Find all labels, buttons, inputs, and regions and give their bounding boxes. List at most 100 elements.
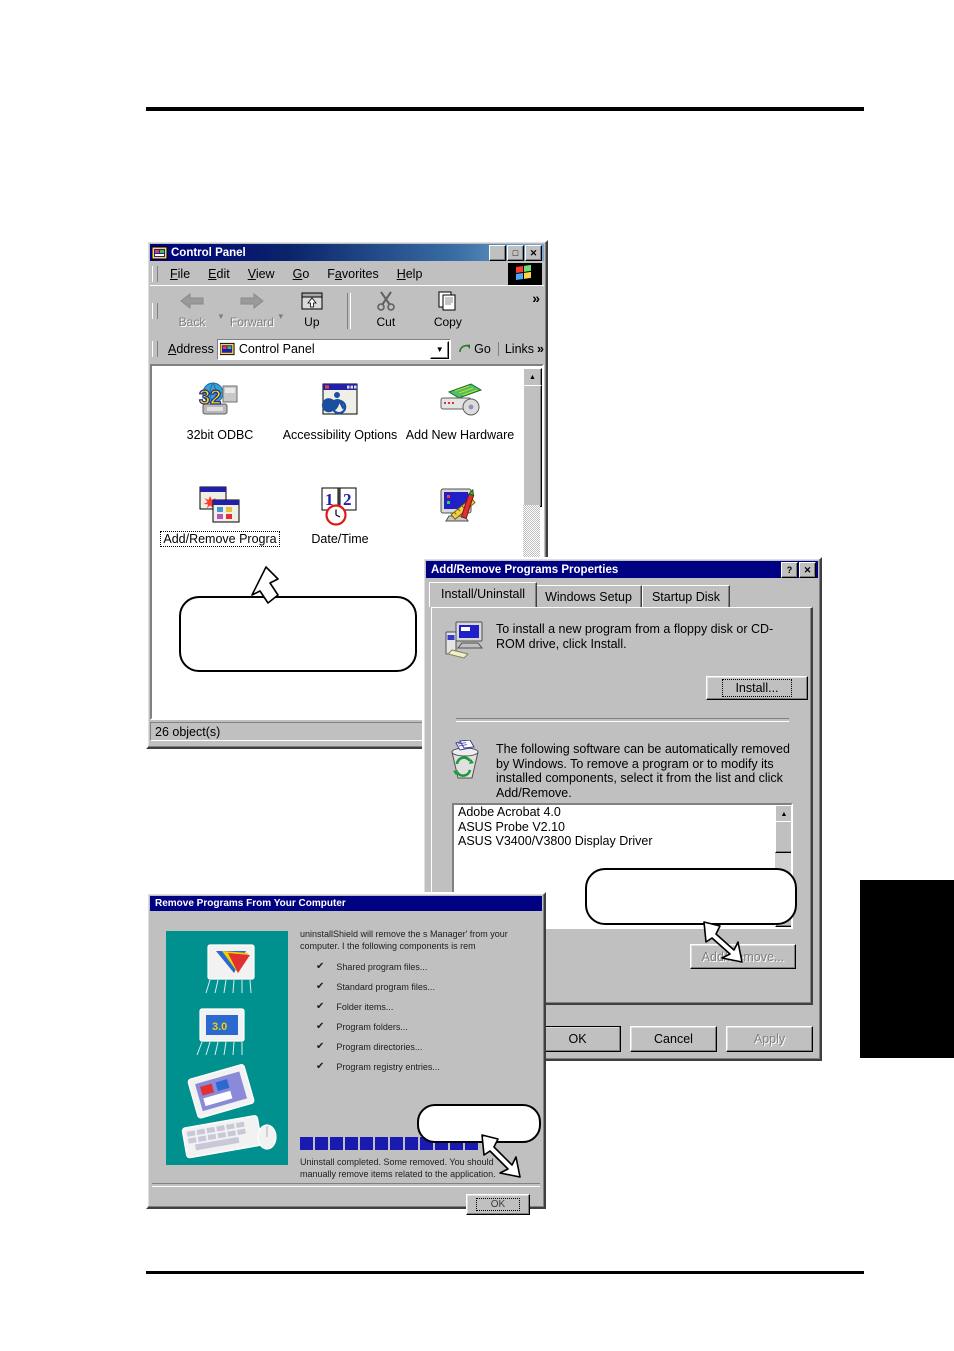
install-button[interactable]: Install... bbox=[706, 676, 808, 700]
cp-item-accessibility-options[interactable]: Accessibility Options bbox=[280, 380, 400, 442]
callout-box-add-remove bbox=[585, 868, 797, 925]
close-icon: ✕ bbox=[803, 564, 812, 575]
install-button-label: Install... bbox=[722, 679, 792, 697]
cp-item-label: Add New Hardware bbox=[405, 428, 515, 442]
menu-go[interactable]: Go bbox=[284, 265, 319, 283]
links-button[interactable]: Links » bbox=[497, 342, 544, 356]
list-item[interactable]: ASUS Probe V2.10 bbox=[454, 820, 791, 835]
go-label: Go bbox=[474, 342, 491, 356]
toolbar-forward-label: Forward bbox=[229, 315, 274, 329]
close-icon: ✕ bbox=[529, 247, 538, 258]
toolbar-grip[interactable] bbox=[152, 303, 158, 319]
menubar-grip[interactable] bbox=[152, 265, 158, 282]
scrollbar-thumb[interactable] bbox=[523, 385, 542, 507]
go-button[interactable]: Go bbox=[454, 342, 495, 356]
control-panel-menubar: File Edit View Go Favorites Help bbox=[150, 263, 544, 285]
menu-view[interactable]: View bbox=[239, 265, 284, 283]
cancel-label: Cancel bbox=[654, 1032, 693, 1046]
list-item[interactable]: Adobe Acrobat 4.0 bbox=[454, 805, 791, 820]
chapter-thumb-tab bbox=[860, 880, 954, 1058]
cancel-button[interactable]: Cancel bbox=[630, 1026, 717, 1052]
uninstall-check-row: ✔ Program registry entries... bbox=[300, 1061, 532, 1072]
uninstall-check-label: Program folders... bbox=[336, 1021, 408, 1032]
accessibility-icon bbox=[317, 380, 363, 424]
odbc-icon: 32 bbox=[197, 380, 243, 424]
uninstall-ok-label: OK bbox=[475, 1198, 521, 1211]
toolbar-overflow-chevron-icon[interactable]: » bbox=[532, 290, 540, 306]
section-divider bbox=[456, 718, 789, 722]
uninstall-check-row: ✔ Shared program files... bbox=[300, 961, 532, 972]
list-item[interactable]: ASUS V3400/V3800 Display Driver bbox=[454, 834, 791, 849]
control-panel-toolbar: Back ▼ Forward ▼ Up Cut Copy » bbox=[150, 285, 544, 336]
toolbar-copy-button[interactable]: Copy bbox=[417, 286, 479, 336]
display-icon bbox=[437, 484, 483, 528]
forward-arrow-icon bbox=[240, 292, 264, 310]
toolbar-separator bbox=[346, 293, 351, 329]
close-button[interactable]: ✕ bbox=[799, 561, 816, 578]
back-arrow-icon bbox=[180, 292, 204, 310]
check-icon: ✔ bbox=[316, 1021, 325, 1032]
close-button[interactable]: ✕ bbox=[525, 244, 542, 261]
uninstall-ok-button[interactable]: OK bbox=[466, 1194, 530, 1215]
menu-edit[interactable]: Edit bbox=[199, 265, 239, 283]
go-arrow-icon bbox=[459, 344, 471, 352]
maximize-button[interactable]: □ bbox=[507, 244, 524, 261]
cp-item-display[interactable] bbox=[400, 484, 520, 544]
uninstall-check-label: Shared program files... bbox=[336, 961, 428, 972]
uninstall-check-row: ✔ Program directories... bbox=[300, 1041, 532, 1052]
question-mark-icon: ? bbox=[786, 564, 793, 575]
ok-button[interactable]: OK bbox=[534, 1026, 621, 1052]
menu-file[interactable]: File bbox=[161, 265, 199, 283]
control-panel-title: Control Panel bbox=[171, 246, 246, 259]
cp-item-add-new-hardware[interactable]: Add New Hardware bbox=[400, 380, 520, 442]
up-folder-icon bbox=[301, 292, 323, 310]
progress-block bbox=[345, 1137, 358, 1150]
address-value: Control Panel bbox=[238, 342, 315, 356]
tab-startup-disk[interactable]: Startup Disk bbox=[641, 585, 731, 607]
toolbar-back-label: Back bbox=[178, 315, 206, 329]
apply-label: Apply bbox=[753, 1032, 786, 1046]
cp-item-label: Add/Remove Progra bbox=[160, 531, 280, 547]
uninstall-check-label: Standard program files... bbox=[336, 981, 435, 992]
control-panel-address-bar: Address Control Panel ▼ Go Links » bbox=[150, 337, 544, 361]
list-scrollbar-thumb[interactable] bbox=[775, 821, 791, 853]
check-icon: ✔ bbox=[316, 1001, 325, 1012]
install-section: To install a new program from a floppy d… bbox=[432, 608, 811, 660]
cp-item-date-time[interactable]: 1 2 Date/Time bbox=[280, 484, 400, 546]
toolbar-up-button[interactable]: Up bbox=[281, 286, 343, 336]
progress-block bbox=[315, 1137, 328, 1150]
maximize-icon: □ bbox=[512, 247, 519, 258]
help-button[interactable]: ? bbox=[781, 561, 798, 578]
toolbar-cut-button[interactable]: Cut bbox=[355, 286, 417, 336]
menu-favorites[interactable]: Favorites bbox=[318, 265, 387, 283]
tab-install-uninstall[interactable]: Install/Uninstall bbox=[429, 582, 538, 607]
arp-title: Add/Remove Programs Properties bbox=[431, 563, 619, 576]
addressbar-grip[interactable] bbox=[152, 341, 158, 357]
links-overflow-chevron-icon: » bbox=[537, 342, 544, 356]
page-header-rule bbox=[146, 107, 864, 111]
menu-help[interactable]: Help bbox=[388, 265, 432, 283]
cp-item-label: Date/Time bbox=[311, 532, 369, 546]
apply-button[interactable]: Apply bbox=[726, 1026, 813, 1052]
minimize-button[interactable]: _ bbox=[489, 244, 506, 261]
address-input[interactable]: Control Panel ▼ bbox=[216, 338, 452, 360]
progress-block bbox=[330, 1137, 343, 1150]
address-dropdown-chevron-icon[interactable]: ▼ bbox=[430, 340, 450, 359]
arp-tab-strip: Install/Uninstall Windows Setup Startup … bbox=[429, 582, 813, 607]
check-icon: ✔ bbox=[316, 1061, 325, 1072]
arp-titlebar: Add/Remove Programs Properties ? ✕ bbox=[426, 561, 818, 578]
toolbar-back-button[interactable]: Back bbox=[161, 286, 223, 336]
progress-block bbox=[405, 1137, 418, 1150]
address-label: Address bbox=[168, 342, 214, 356]
page-footer-rule bbox=[146, 1271, 864, 1274]
toolbar-forward-button[interactable]: Forward bbox=[221, 286, 283, 336]
tab-windows-setup[interactable]: Windows Setup bbox=[535, 585, 642, 607]
uninstall-title: Remove Programs From Your Computer bbox=[155, 898, 346, 909]
uninstall-check-row: ✔ Folder items... bbox=[300, 1001, 532, 1012]
cp-item-32bit-odbc[interactable]: 32 32bit ODBC bbox=[160, 380, 280, 442]
cp-item-add-remove-programs[interactable]: Add/Remove Progra bbox=[160, 484, 280, 547]
cp-item-label: Accessibility Options bbox=[282, 428, 398, 442]
date-time-icon: 1 2 bbox=[317, 484, 363, 528]
control-panel-window-buttons: _ □ ✕ bbox=[489, 244, 542, 261]
uninstall-check-label: Program directories... bbox=[336, 1041, 423, 1052]
